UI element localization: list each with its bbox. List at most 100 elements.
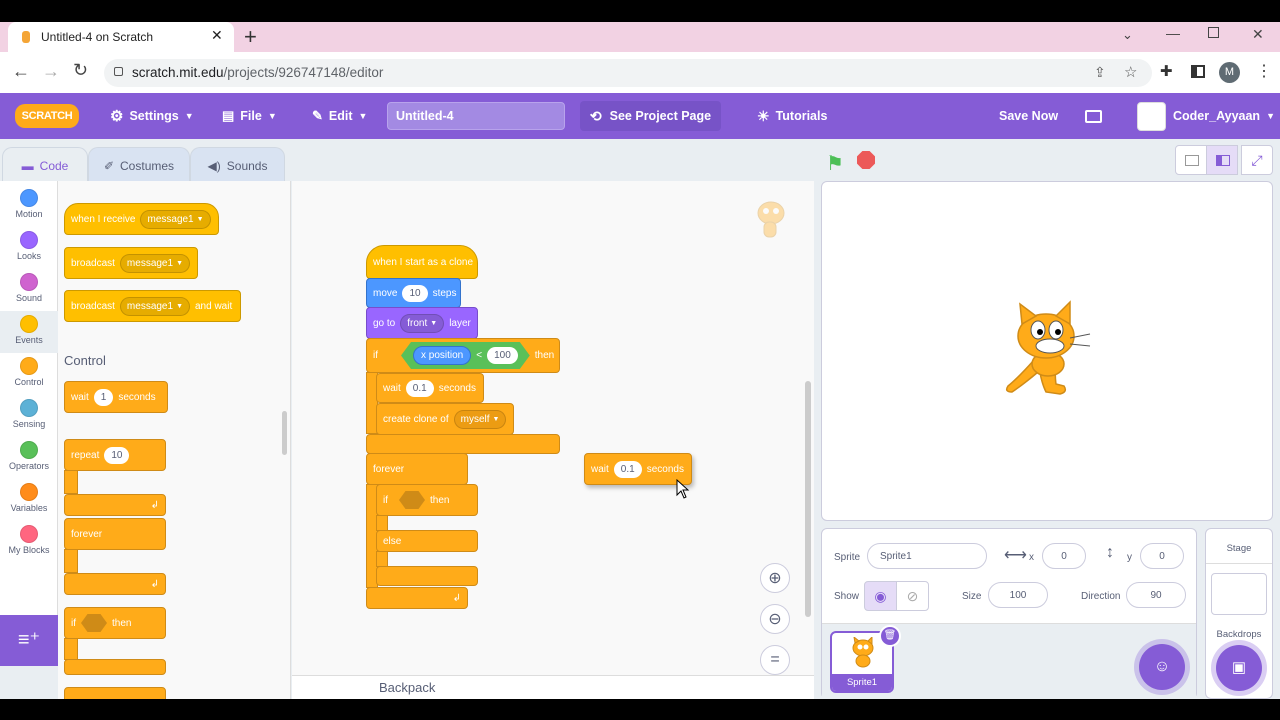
- zoom-reset-button[interactable]: =: [760, 645, 790, 675]
- create-clone-block[interactable]: create clone of myself ▼: [376, 403, 514, 435]
- palette-when-i-receive[interactable]: when I receive message1 ▼: [64, 203, 219, 235]
- forward-icon[interactable]: →: [42, 61, 60, 82]
- palette-wait[interactable]: wait 1 seconds: [64, 381, 168, 413]
- minimize-icon[interactable]: —: [1166, 25, 1180, 41]
- if-then-block[interactable]: if x position < 100 then: [366, 338, 560, 373]
- palette-if-then[interactable]: if then: [64, 607, 166, 639]
- move-steps-block[interactable]: move 10 steps: [366, 278, 461, 308]
- show-hidden-button[interactable]: ⊘: [896, 581, 929, 611]
- show-visible-button[interactable]: ◉: [864, 581, 897, 611]
- x-input[interactable]: 0: [1042, 543, 1086, 569]
- share-icon[interactable]: ⇪: [1094, 64, 1106, 81]
- scratch-logo[interactable]: SCRATCH: [15, 104, 79, 128]
- settings-menu[interactable]: ⚙ Settings ▼: [110, 93, 194, 139]
- wait-seconds-block[interactable]: wait 0.1 seconds: [376, 373, 484, 403]
- y-input[interactable]: 0: [1140, 543, 1184, 569]
- wait-input[interactable]: 1: [93, 388, 114, 406]
- stage-target-panel[interactable]: Stage Backdrops ▣: [1205, 528, 1273, 699]
- backdrop-thumbnail[interactable]: [1211, 573, 1267, 615]
- wait-input[interactable]: 0.1: [405, 379, 434, 397]
- reload-icon[interactable]: ↻: [73, 60, 88, 81]
- category-events[interactable]: Events: [0, 311, 58, 353]
- go-to-layer-block[interactable]: go to front ▼ layer: [366, 307, 478, 339]
- large-stage-button[interactable]: [1206, 145, 1238, 175]
- zoom-out-button[interactable]: ⊖: [760, 604, 790, 634]
- message-dropdown[interactable]: message1 ▼: [119, 296, 190, 316]
- backpack-bar[interactable]: Backpack: [292, 675, 814, 699]
- wait-input[interactable]: 0.1: [613, 460, 642, 478]
- palette-scrollbar[interactable]: [282, 411, 287, 455]
- close-window-icon[interactable]: ✕: [1252, 26, 1264, 43]
- size-input[interactable]: 100: [988, 582, 1048, 608]
- browser-tab[interactable]: Untitled-4 on Scratch ✕: [8, 22, 234, 52]
- eye-icon: ◉: [874, 588, 887, 604]
- new-tab-icon[interactable]: +: [244, 24, 257, 50]
- dropdown-value: front: [407, 317, 428, 329]
- account-menu[interactable]: Coder_Ayyaan ▼: [1173, 93, 1275, 139]
- url-field[interactable]: scratch.mit.edu/projects/926747148/edito…: [104, 59, 1152, 87]
- category-motion[interactable]: Motion: [0, 185, 58, 227]
- message-dropdown[interactable]: message1 ▼: [140, 209, 211, 229]
- tutorials-button[interactable]: ☀ Tutorials: [757, 93, 827, 139]
- scratch-cat-sprite[interactable]: [998, 300, 1094, 402]
- zoom-in-button[interactable]: ⊕: [760, 563, 790, 593]
- script-vertical-scrollbar[interactable]: [805, 381, 811, 617]
- x-position-reporter[interactable]: x position: [413, 346, 471, 365]
- message-dropdown[interactable]: message1 ▼: [119, 253, 190, 273]
- tab-sounds[interactable]: ◀) Sounds: [190, 147, 285, 183]
- tab-search-icon[interactable]: ⌄: [1122, 27, 1133, 43]
- block-text: layer: [449, 317, 471, 329]
- less-than-operator[interactable]: x position < 100: [401, 342, 530, 369]
- if-else-block[interactable]: if then: [376, 484, 478, 516]
- add-backdrop-button[interactable]: ▣: [1216, 645, 1262, 691]
- category-sound[interactable]: Sound: [0, 269, 58, 311]
- restore-icon[interactable]: [1208, 27, 1219, 38]
- close-tab-icon[interactable]: ✕: [211, 27, 223, 44]
- direction-input[interactable]: 90: [1126, 582, 1186, 608]
- move-steps-input[interactable]: 10: [402, 284, 428, 302]
- layer-dropdown[interactable]: front ▼: [400, 313, 445, 333]
- sprite-name-input[interactable]: Sprite1: [867, 543, 987, 569]
- green-flag-icon[interactable]: ⚑: [826, 151, 844, 176]
- category-control[interactable]: Control: [0, 353, 58, 395]
- back-icon[interactable]: ←: [12, 61, 30, 82]
- tab-code[interactable]: ▬ Code: [2, 147, 88, 183]
- repeat-input[interactable]: 10: [104, 446, 130, 464]
- palette-if-else-top[interactable]: [64, 687, 166, 699]
- compare-value-input[interactable]: 100: [487, 347, 518, 364]
- tab-costumes[interactable]: ✐ Costumes: [88, 147, 190, 183]
- category-looks[interactable]: Looks: [0, 227, 58, 269]
- profile-avatar[interactable]: M: [1219, 62, 1240, 83]
- edit-menu[interactable]: ✎ Edit ▼: [312, 93, 367, 139]
- save-now-button[interactable]: Save Now: [999, 93, 1058, 139]
- clone-target-dropdown[interactable]: myself ▼: [453, 409, 507, 429]
- my-stuff-folder-icon[interactable]: [1085, 93, 1102, 139]
- empty-condition-slot[interactable]: [81, 614, 107, 632]
- side-panel-icon[interactable]: [1191, 65, 1205, 78]
- category-sensing[interactable]: Sensing: [0, 395, 58, 437]
- palette-repeat[interactable]: repeat 10: [64, 439, 166, 471]
- stage[interactable]: [821, 181, 1273, 521]
- empty-condition-slot[interactable]: [399, 491, 425, 509]
- bookmark-star-icon[interactable]: ☆: [1124, 63, 1137, 81]
- when-i-start-as-clone-hat[interactable]: when I start as a clone: [366, 245, 478, 279]
- fullscreen-button[interactable]: ⤢: [1241, 145, 1273, 175]
- stop-icon[interactable]: [857, 151, 875, 169]
- category-my-blocks[interactable]: My Blocks: [0, 521, 58, 563]
- palette-broadcast[interactable]: broadcast message1 ▼: [64, 247, 198, 279]
- see-project-page-button[interactable]: ⟲ See Project Page: [580, 101, 721, 131]
- extensions-icon[interactable]: ✚: [1160, 62, 1173, 80]
- category-variables[interactable]: Variables: [0, 479, 58, 521]
- project-title-input[interactable]: Untitled-4: [387, 102, 565, 130]
- file-menu[interactable]: ▤ File ▼: [222, 93, 277, 139]
- browser-menu-icon[interactable]: ⋮: [1256, 61, 1272, 81]
- palette-broadcast-and-wait[interactable]: broadcast message1 ▼ and wait: [64, 290, 241, 322]
- small-stage-button[interactable]: [1175, 145, 1207, 175]
- forever-block[interactable]: forever: [366, 453, 468, 485]
- delete-sprite-button[interactable]: 🗑: [879, 625, 901, 647]
- category-operators[interactable]: Operators: [0, 437, 58, 479]
- add-sprite-button[interactable]: ☺: [1139, 644, 1185, 690]
- palette-forever[interactable]: forever: [64, 518, 166, 550]
- add-extension-button[interactable]: ≡⁺: [0, 615, 58, 666]
- user-avatar[interactable]: [1137, 102, 1166, 131]
